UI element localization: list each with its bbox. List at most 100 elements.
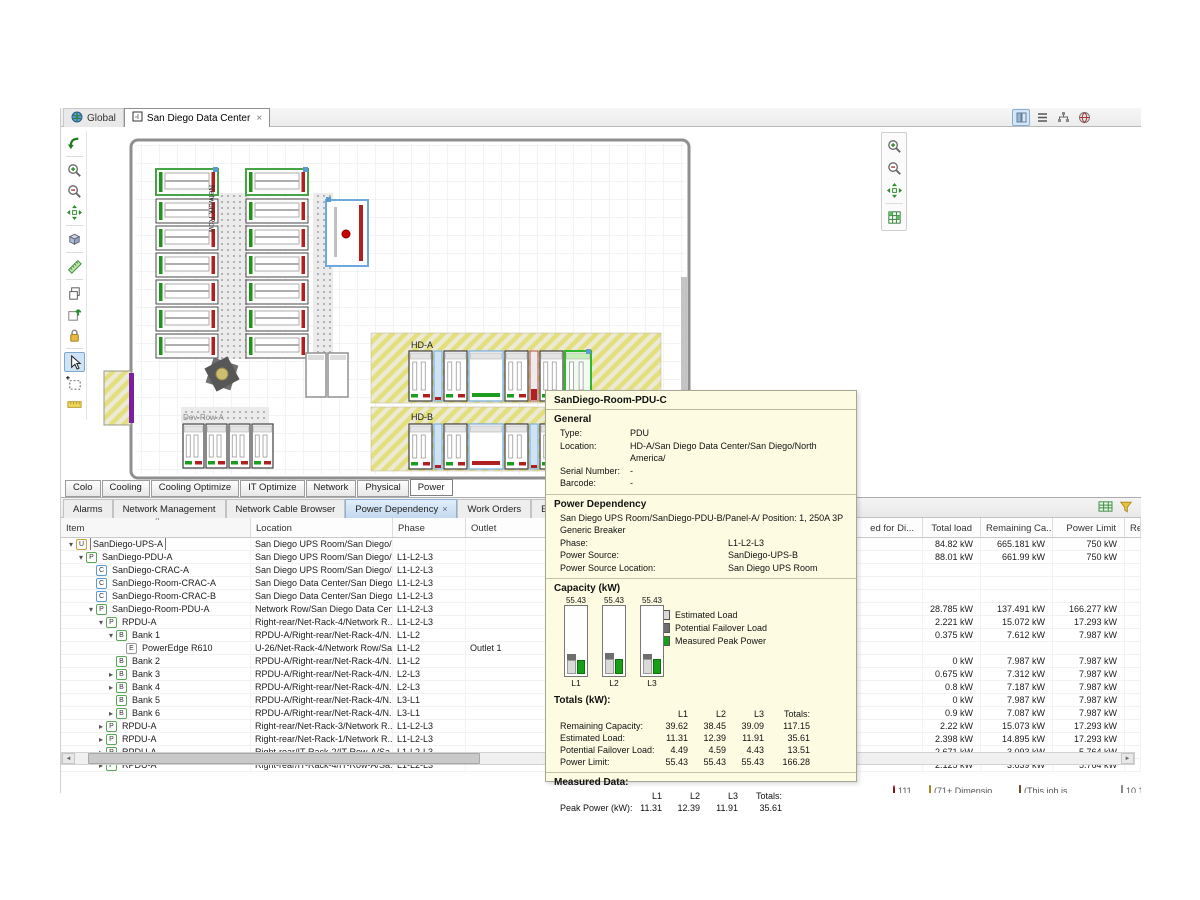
panel-tab-power-dependency[interactable]: Power Dependency× — [345, 499, 457, 518]
view-tab-physical[interactable]: Physical — [357, 480, 408, 497]
export-icon[interactable] — [64, 304, 85, 324]
view-tab-colo[interactable]: Colo — [65, 480, 101, 497]
equipment-type-icon: P — [86, 552, 97, 563]
power-limit-cell: 7.987 kW — [1053, 655, 1125, 667]
view-tab-cooling-optimize[interactable]: Cooling Optimize — [151, 480, 239, 497]
zoom-in-icon[interactable] — [64, 160, 85, 180]
zoom-out-icon[interactable] — [64, 181, 85, 201]
column-header-location[interactable]: Location — [251, 518, 393, 537]
column-header-phase[interactable]: Phase — [393, 518, 466, 537]
tree-toggle-icon[interactable]: ▾ — [86, 603, 96, 615]
column-header-total-load[interactable]: Total load — [923, 518, 981, 537]
tree-toggle-icon[interactable]: ▸ — [96, 720, 106, 732]
cube-3d-icon[interactable] — [64, 229, 85, 249]
scroll-right-arrow[interactable]: ► — [1121, 753, 1134, 764]
list-view-icon[interactable] — [1033, 109, 1051, 126]
re-cell — [1125, 694, 1141, 706]
zoom-out-icon[interactable] — [884, 158, 905, 178]
close-icon[interactable]: × — [442, 504, 447, 514]
location-cell: RPDU-A/Right-rear/Net-Rack-4/N... — [251, 668, 393, 680]
view-tab-it-optimize[interactable]: IT Optimize — [240, 480, 304, 497]
view-tab-power[interactable]: Power — [410, 479, 453, 496]
tree-toggle-icon[interactable]: ▾ — [76, 551, 86, 563]
panel-tab-alarms[interactable]: Alarms — [63, 499, 113, 518]
equipment-tooltip: SanDiego-Room-PDU-C General Type:PDULoca… — [545, 390, 857, 782]
status-text: (71+ Dimensio... — [934, 786, 1000, 793]
panel-tab-work-orders[interactable]: Work Orders — [457, 499, 531, 518]
view-tab-network[interactable]: Network — [306, 480, 357, 497]
tree-toggle-icon[interactable]: ▸ — [106, 668, 116, 680]
panel-tab-network-management[interactable]: Network Management — [113, 499, 226, 518]
remaining-capacity-cell: 137.491 kW — [981, 603, 1053, 615]
field-label: Location: — [560, 440, 630, 465]
scroll-left-arrow[interactable]: ◄ — [62, 753, 75, 764]
zoom-fit-icon[interactable] — [884, 180, 905, 200]
power-limit-cell — [1053, 564, 1125, 576]
re-cell — [1125, 720, 1141, 732]
lock-icon[interactable] — [64, 325, 85, 345]
panel-tab-network-cable-browser[interactable]: Network Cable Browser — [226, 499, 346, 518]
pointer-icon[interactable] — [64, 352, 85, 372]
measure-icon[interactable] — [64, 256, 85, 276]
editor-tab-global[interactable]: Global — [63, 108, 124, 127]
error-dot-icon — [893, 786, 895, 793]
column-header-remaining-ca-[interactable]: Remaining Ca... — [981, 518, 1053, 537]
tooltip-general-section: General Type:PDULocation:HD-A/San Diego … — [546, 410, 856, 494]
column-header-power-limit[interactable]: Power Limit — [1053, 518, 1125, 537]
tree-toggle-icon[interactable]: ▸ — [106, 681, 116, 693]
gauge-phase-label: L3 — [640, 678, 664, 688]
column-header-label: ed for Di... — [870, 523, 914, 534]
tree-toggle-icon[interactable]: ▾ — [106, 629, 116, 641]
column-header-item[interactable]: Item^ — [61, 518, 251, 537]
tree-toggle-icon[interactable]: ▸ — [96, 733, 106, 745]
remaining-capacity-cell — [981, 590, 1053, 602]
column-header-re[interactable]: Re — [1125, 518, 1141, 537]
capacity-chart: Estimated LoadPotential Failover LoadMea… — [554, 596, 848, 694]
equipment-type-icon: B — [116, 682, 127, 693]
zoom-fit-icon[interactable] — [64, 202, 85, 222]
perspective-toolbar — [1012, 109, 1093, 126]
failover-load-bar — [567, 654, 576, 660]
field-value: L1-L2-L3 — [728, 537, 764, 550]
tree-toggle-icon[interactable]: ▾ — [66, 538, 76, 550]
item-label: SanDiego-PDU-A — [100, 551, 175, 563]
editor-tab-san-diego-data-center[interactable]: San Diego Data Center× — [124, 108, 270, 127]
phase-cell: L2-L3 — [393, 681, 466, 693]
table-icon[interactable] — [1098, 500, 1113, 518]
column-header-label: Power Limit — [1066, 523, 1116, 534]
legend-item: Potential Failover Load — [660, 621, 767, 634]
phase-cell: L1-L2-L3 — [393, 603, 466, 615]
column-header-label: Outlet — [471, 523, 496, 534]
zoom-in-icon[interactable] — [884, 136, 905, 156]
app-window: GlobalSan Diego Data Center× — [60, 108, 1140, 793]
toolbar-separator — [66, 279, 83, 280]
undo-arrow-icon[interactable] — [64, 133, 85, 153]
legend-item: Estimated Load — [660, 608, 767, 621]
remaining-capacity-cell: 15.073 kW — [981, 720, 1053, 732]
re-cell — [1125, 707, 1141, 719]
ruler-icon[interactable] — [64, 394, 85, 414]
row-value: 166.28 — [764, 756, 810, 768]
view-tab-cooling[interactable]: Cooling — [102, 480, 150, 497]
copy-icon[interactable] — [64, 283, 85, 303]
tooltip-capacity-section: Capacity (kW) Estimated LoadPotential Fa… — [546, 578, 856, 772]
tree-toggle-icon[interactable]: ▸ — [106, 707, 116, 719]
close-icon[interactable]: × — [256, 113, 262, 124]
marquee-select-icon[interactable] — [64, 373, 85, 393]
location-cell: RPDU-A/Right-rear/Net-Rack-4/N... — [251, 681, 393, 693]
network-enclosure[interactable] — [326, 197, 368, 266]
breaker-path: San Diego UPS Room/SanDiego-PDU-B/Panel-… — [554, 512, 848, 537]
capacity-gauge-l2: 55.43L2 — [602, 596, 626, 688]
equipment-type-icon: P — [106, 617, 117, 628]
location-cell: RPDU-A/Right-rear/Net-Rack-4/N... — [251, 694, 393, 706]
tree-view-icon[interactable] — [1054, 109, 1072, 126]
grid-layout-icon[interactable] — [884, 207, 905, 227]
scrollbar-thumb[interactable] — [88, 753, 480, 764]
tree-toggle-icon[interactable]: ▾ — [96, 616, 106, 628]
item-label: RPDU-A — [120, 733, 159, 745]
phase-column-header: L1 — [624, 790, 662, 802]
location-cell: San Diego UPS Room/San Diego/... — [251, 538, 393, 550]
tile-view-icon[interactable] — [1012, 109, 1030, 126]
filter-icon[interactable] — [1119, 500, 1133, 518]
globe-view-icon[interactable] — [1075, 109, 1093, 126]
